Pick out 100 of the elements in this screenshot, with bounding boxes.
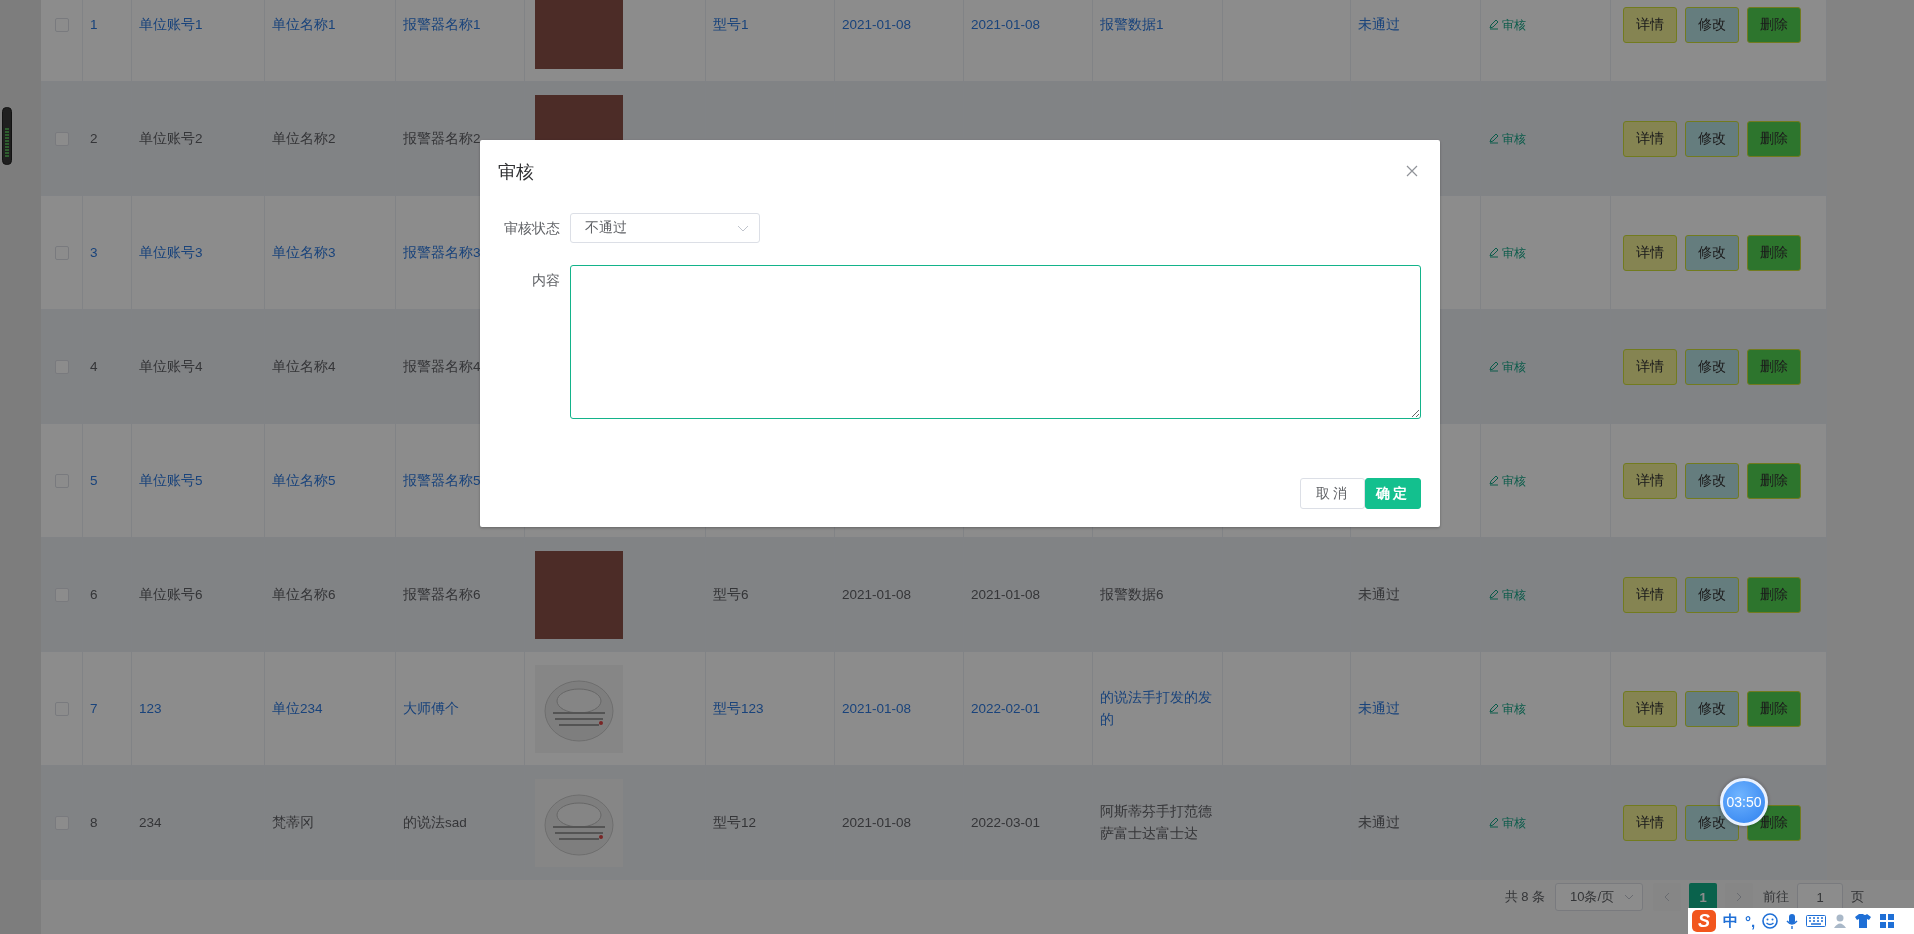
table-cell: 7 — [83, 652, 132, 765]
edit-button[interactable]: 修改 — [1685, 576, 1739, 613]
table-cell: 的说法sad — [396, 766, 525, 879]
edit-icon — [1488, 703, 1499, 714]
smiley-icon — [1762, 913, 1779, 929]
table-cell: 123 — [132, 652, 265, 765]
table-cell: 型号6 — [706, 538, 835, 651]
audit-link[interactable]: 审核 — [1488, 355, 1526, 378]
delete-button[interactable]: 删除 — [1747, 348, 1801, 385]
edit-icon — [1488, 361, 1499, 372]
delete-button[interactable]: 删除 — [1747, 690, 1801, 727]
keyboard-icon — [1806, 913, 1827, 929]
delete-button[interactable]: 删除 — [1747, 120, 1801, 157]
detail-button[interactable]: 详情 — [1623, 804, 1677, 841]
table-cell: 单位名称6 — [265, 538, 396, 651]
delete-button[interactable]: 删除 — [1747, 576, 1801, 613]
table-cell: 单位账号1 — [132, 0, 265, 81]
cancel-button[interactable]: 取消 — [1300, 478, 1365, 509]
chevron-down-icon — [1624, 894, 1634, 900]
detail-button[interactable]: 详情 — [1623, 576, 1677, 613]
delete-button[interactable]: 删除 — [1747, 6, 1801, 43]
table-cell: 报警数据1 — [1093, 0, 1223, 81]
edit-button[interactable]: 修改 — [1685, 348, 1739, 385]
page-size-select[interactable]: 10条/页 — [1555, 883, 1643, 911]
chevron-down-icon — [737, 224, 749, 232]
table-cell: 未通过 — [1351, 766, 1481, 879]
page-suffix: 页 — [1851, 888, 1864, 906]
ime-mode-toggle[interactable]: 中 — [1723, 911, 1738, 931]
edit-icon — [1488, 817, 1499, 828]
audit-link[interactable]: 审核 — [1488, 697, 1526, 720]
content-field[interactable] — [570, 265, 1421, 419]
table-cell: 2021-01-08 — [835, 766, 964, 879]
punctuation-toggle[interactable]: °, — [1745, 912, 1756, 930]
grid-icon — [1879, 913, 1896, 929]
meter-icon — [2, 107, 12, 165]
table-cell: 单位账号6 — [132, 538, 265, 651]
detail-button[interactable]: 详情 — [1623, 462, 1677, 499]
table-cell: 型号1 — [706, 0, 835, 81]
user-icon — [1833, 913, 1848, 929]
table-cell: 报警器名称6 — [396, 538, 525, 651]
audit-link[interactable]: 审核 — [1488, 241, 1526, 264]
edit-button[interactable]: 修改 — [1685, 690, 1739, 727]
table-cell: 2021-01-08 — [835, 652, 964, 765]
table-cell: 2021-01-08 — [964, 0, 1093, 81]
detail-button[interactable]: 详情 — [1623, 690, 1677, 727]
table-cell: 2021-01-08 — [835, 0, 964, 81]
audit-link[interactable]: 审核 — [1488, 811, 1526, 834]
table-cell: 5 — [83, 424, 132, 537]
detail-button[interactable]: 详情 — [1623, 234, 1677, 271]
audit-link[interactable]: 审核 — [1488, 127, 1526, 150]
delete-button[interactable]: 删除 — [1747, 462, 1801, 499]
microphone-icon — [1785, 913, 1800, 929]
table-cell: 单位名称2 — [265, 82, 396, 195]
table-cell: 未通过 — [1351, 652, 1481, 765]
field-label: 内容 — [531, 271, 560, 290]
confirm-button[interactable]: 确定 — [1365, 478, 1421, 509]
chevron-left-icon — [1663, 892, 1671, 902]
table-cell: 单位名称3 — [265, 196, 396, 309]
table-cell: 2 — [83, 82, 132, 195]
audit-link[interactable]: 审核 — [1488, 583, 1526, 606]
table-cell: 单位账号4 — [132, 310, 265, 423]
edit-button[interactable]: 修改 — [1685, 234, 1739, 271]
table-cell: 单位234 — [265, 652, 396, 765]
close-button[interactable] — [1406, 165, 1420, 179]
close-icon — [1406, 165, 1418, 177]
table-cell: 单位账号2 — [132, 82, 265, 195]
edit-icon — [1488, 133, 1499, 144]
delete-button[interactable]: 删除 — [1747, 234, 1801, 271]
table-cell: 单位名称4 — [265, 310, 396, 423]
status-select[interactable]: 不通过 — [570, 213, 760, 243]
edit-button[interactable]: 修改 — [1685, 120, 1739, 157]
page-button[interactable]: 1 — [1689, 883, 1717, 911]
detail-button[interactable]: 详情 — [1623, 120, 1677, 157]
table-cell: 单位账号3 — [132, 196, 265, 309]
edit-icon — [1488, 475, 1499, 486]
table-cell: 型号12 — [706, 766, 835, 879]
table-cell: 2021-01-08 — [835, 538, 964, 651]
table-cell: 未通过 — [1351, 538, 1481, 651]
chevron-right-icon — [1735, 892, 1743, 902]
goto-label: 前往 — [1763, 888, 1789, 906]
table-cell: 未通过 — [1351, 0, 1481, 81]
table-cell: 3 — [83, 196, 132, 309]
audit-link[interactable]: 审核 — [1488, 13, 1526, 36]
total-count: 共 8 条 — [1504, 888, 1545, 906]
table-cell: 型号123 — [706, 652, 835, 765]
table-cell: 单位名称1 — [265, 0, 396, 81]
shirt-icon — [1854, 913, 1873, 929]
detail-button[interactable]: 详情 — [1623, 6, 1677, 43]
table-cell: 2022-03-01 — [964, 766, 1093, 879]
audit-link[interactable]: 审核 — [1488, 469, 1526, 492]
table-cell: 234 — [132, 766, 265, 879]
table-cell: 单位名称5 — [265, 424, 396, 537]
edit-button[interactable]: 修改 — [1685, 462, 1739, 499]
page-input[interactable]: 1 — [1797, 883, 1843, 911]
table-cell: 4 — [83, 310, 132, 423]
detail-button[interactable]: 详情 — [1623, 348, 1677, 385]
edit-button[interactable]: 修改 — [1685, 6, 1739, 43]
table-cell: 2022-02-01 — [964, 652, 1093, 765]
edit-icon — [1488, 247, 1499, 258]
ime-logo[interactable]: S — [1692, 910, 1716, 932]
